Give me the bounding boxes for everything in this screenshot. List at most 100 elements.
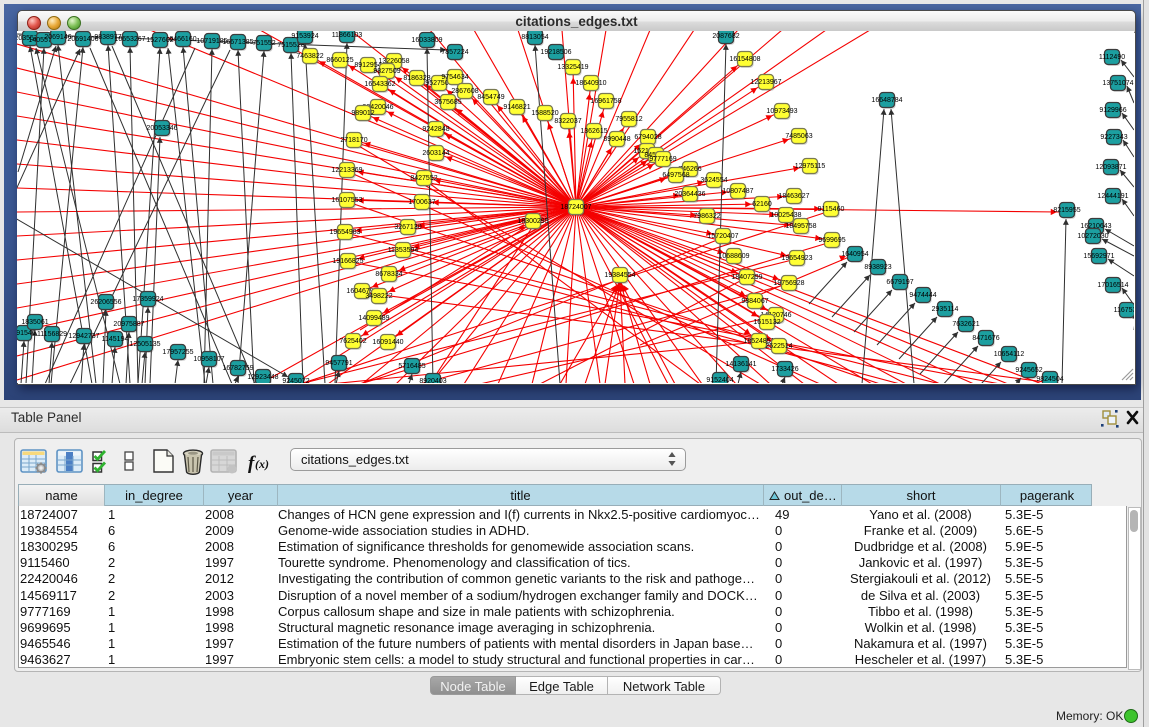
- svg-text:9824504: 9824504: [1036, 376, 1063, 383]
- svg-text:391546: 391546: [17, 330, 36, 337]
- svg-text:7485063: 7485063: [785, 133, 812, 140]
- svg-text:16107553: 16107553: [331, 197, 362, 204]
- svg-text:8938923: 8938923: [864, 264, 891, 271]
- svg-text:1145194: 1145194: [102, 336, 129, 343]
- svg-text:10653267: 10653267: [114, 36, 145, 43]
- svg-text:2867608: 2867608: [451, 88, 478, 95]
- svg-text:2935114: 2935114: [932, 306, 959, 313]
- svg-text:62160: 62160: [752, 201, 772, 208]
- svg-text:7986322: 7986322: [693, 213, 720, 220]
- svg-text:8215955: 8215955: [1053, 207, 1080, 214]
- svg-text:13751074: 13751074: [1102, 80, 1133, 87]
- svg-text:6794028: 6794028: [634, 134, 661, 141]
- svg-text:12923448: 12923448: [247, 374, 278, 381]
- svg-text:9457791: 9457791: [325, 360, 352, 367]
- svg-text:9474444: 9474444: [909, 292, 936, 299]
- svg-text:9152404: 9152404: [706, 377, 733, 383]
- svg-text:8427552: 8427552: [410, 175, 437, 182]
- svg-text:2087682: 2087682: [712, 33, 739, 40]
- svg-text:9153924: 9153924: [291, 33, 318, 40]
- svg-text:20975887: 20975887: [113, 321, 144, 328]
- svg-text:19166825: 19166825: [332, 258, 363, 265]
- svg-text:8678334: 8678334: [375, 271, 402, 278]
- svg-text:3498222: 3498222: [365, 293, 392, 300]
- svg-text:1640954: 1640954: [841, 251, 868, 258]
- svg-text:5716485: 5716485: [398, 363, 425, 370]
- svg-text:8454749: 8454749: [477, 94, 504, 101]
- svg-text:18640910: 18640910: [575, 80, 606, 87]
- svg-text:9129966: 9129966: [1099, 107, 1126, 114]
- svg-text:18724007: 18724007: [560, 204, 591, 211]
- svg-text:6466160: 6466160: [169, 36, 196, 43]
- svg-text:16671385: 16671385: [222, 39, 253, 46]
- svg-text:16782759: 16782759: [222, 365, 253, 372]
- svg-text:1700637: 1700637: [408, 199, 435, 206]
- svg-text:7632621: 7632621: [952, 321, 979, 328]
- svg-text:2603144: 2603144: [422, 150, 449, 157]
- svg-text:3624554: 3624554: [700, 177, 727, 184]
- svg-text:12942737: 12942737: [68, 333, 99, 340]
- svg-text:1615132: 1615132: [753, 319, 780, 326]
- svg-text:16033809: 16033809: [411, 37, 442, 44]
- svg-text:9146821: 9146821: [503, 104, 530, 111]
- svg-text:12213369: 12213369: [331, 167, 362, 174]
- svg-text:19654983: 19654983: [329, 229, 360, 236]
- svg-text:(x): (x): [255, 457, 269, 471]
- svg-text:10973493: 10973493: [766, 108, 797, 115]
- svg-text:989012: 989012: [351, 110, 374, 117]
- svg-text:11353594: 11353594: [388, 247, 419, 254]
- svg-text:19654923: 19654923: [781, 255, 812, 262]
- svg-text:11866103: 11866103: [332, 32, 363, 39]
- svg-text:1835061: 1835061: [21, 319, 48, 326]
- svg-text:7857224: 7857224: [441, 49, 468, 56]
- svg-text:9884067: 9884067: [741, 298, 768, 305]
- svg-text:16961758: 16961758: [590, 98, 621, 105]
- svg-text:19756928: 19756928: [773, 280, 804, 287]
- svg-text:17016514: 17016514: [1097, 282, 1128, 289]
- svg-text:9754634: 9754634: [441, 74, 468, 81]
- svg-text:18407299: 18407299: [731, 274, 762, 281]
- svg-text:17359924: 17359924: [132, 296, 163, 303]
- svg-text:9245072: 9245072: [282, 378, 309, 383]
- svg-text:12213967: 12213967: [750, 79, 781, 86]
- svg-text:10958107: 10958107: [193, 356, 224, 363]
- svg-text:9242848: 9242848: [422, 126, 449, 133]
- svg-text:15692971: 15692971: [1083, 253, 1114, 260]
- svg-text:9245652: 9245652: [1015, 367, 1042, 374]
- svg-text:8813054: 8813054: [521, 34, 548, 41]
- svg-text:9115460: 9115460: [818, 206, 845, 213]
- svg-text:11156829: 11156829: [37, 331, 67, 338]
- svg-text:18495758: 18495758: [785, 223, 816, 230]
- svg-text:19218506: 19218506: [540, 49, 571, 56]
- svg-text:8322037: 8322037: [554, 118, 581, 125]
- svg-text:7463822: 7463822: [296, 53, 323, 60]
- svg-text:3267130: 3267130: [394, 224, 421, 231]
- svg-text:9777169: 9777169: [649, 156, 676, 163]
- svg-text:3675685: 3675685: [434, 99, 461, 106]
- svg-text:18300295: 18300295: [517, 218, 548, 225]
- svg-text:8660125: 8660125: [326, 57, 353, 64]
- svg-text:751552: 751552: [252, 40, 275, 47]
- svg-text:10688609: 10688609: [718, 253, 749, 260]
- svg-text:7955812: 7955812: [615, 116, 642, 123]
- svg-text:6679197: 6679197: [886, 279, 913, 286]
- svg-text:12975115: 12975115: [795, 163, 826, 170]
- svg-text:26206556: 26206556: [90, 299, 121, 306]
- svg-text:8920403: 8920403: [419, 378, 446, 383]
- svg-text:16648784: 16648784: [871, 97, 902, 104]
- svg-text:14136141: 14136141: [725, 361, 756, 368]
- svg-text:15720407: 15720407: [707, 233, 738, 240]
- svg-text:16091440: 16091440: [372, 339, 403, 346]
- svg-text:6497568: 6497568: [662, 172, 689, 179]
- svg-text:1167533: 1167533: [1114, 307, 1134, 314]
- svg-text:1112490: 1112490: [1099, 54, 1125, 61]
- svg-text:16154808: 16154808: [729, 56, 760, 63]
- svg-text:2718170: 2718170: [340, 137, 367, 144]
- svg-text:16543362: 16543362: [364, 81, 395, 88]
- svg-text:12093871: 12093871: [1095, 164, 1126, 171]
- svg-text:19384554: 19384554: [604, 272, 635, 279]
- svg-text:18463627: 18463627: [778, 193, 809, 200]
- svg-text:13325419: 13325419: [557, 64, 588, 71]
- svg-text:1588520: 1588520: [531, 110, 558, 117]
- svg-text:10272030: 10272030: [1077, 233, 1108, 240]
